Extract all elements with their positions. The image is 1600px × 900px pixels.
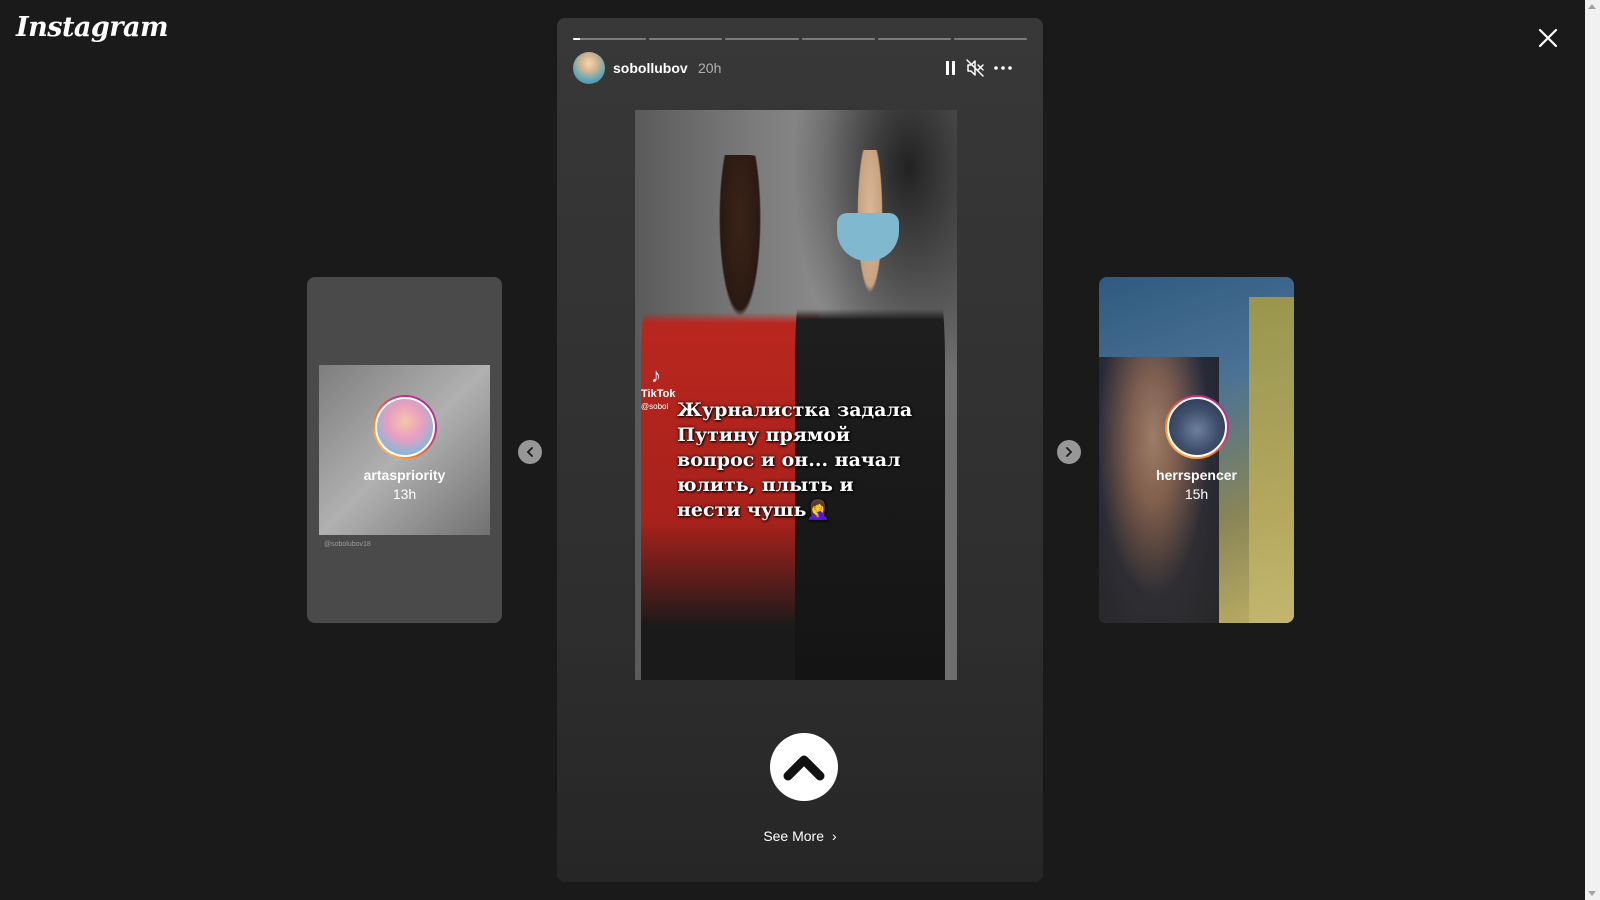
story-progress-bar <box>573 38 1028 40</box>
tiktok-icon: ♪ <box>651 365 661 387</box>
chevron-up-icon <box>783 755 825 781</box>
story-time: 20h <box>698 60 722 76</box>
scroll-down-arrow-icon[interactable] <box>1588 891 1596 896</box>
video-caption: Журналистка задала Путину прямой вопрос … <box>677 399 913 521</box>
progress-segment <box>953 38 1028 40</box>
next-story-button[interactable] <box>1057 440 1081 464</box>
story-viewer-page: Instagram @sobolubov18 artaspriority 13h… <box>0 0 1600 900</box>
more-options-button[interactable] <box>993 58 1013 78</box>
chevron-right-icon <box>1066 447 1073 457</box>
tiktok-label: TikTok <box>641 388 676 400</box>
tiktok-watermark: ♪ TikTok @sobol <box>641 365 675 412</box>
swipe-up-button[interactable] <box>770 733 838 801</box>
active-story[interactable]: sobollubov 20h ♪ TikTok @sobol Журналист… <box>557 18 1043 882</box>
progress-fill <box>573 38 581 40</box>
see-more-label: See More <box>763 828 825 844</box>
chevron-left-icon <box>526 447 533 457</box>
page-scrollbar[interactable] <box>1585 0 1600 900</box>
avatar <box>373 395 437 459</box>
pause-button[interactable] <box>941 58 961 78</box>
story-time: 13h <box>392 486 417 502</box>
previous-story-button[interactable] <box>518 440 542 464</box>
progress-segment <box>573 38 647 40</box>
story-header: sobollubov 20h <box>573 52 1027 84</box>
close-icon <box>1538 28 1558 48</box>
progress-segment <box>801 38 875 40</box>
previous-story-preview[interactable]: @sobolubov18 artaspriority 13h <box>307 277 502 623</box>
avatar[interactable] <box>573 52 605 84</box>
muted-speaker-icon <box>966 59 984 77</box>
scroll-up-arrow-icon[interactable] <box>1588 4 1596 9</box>
progress-segment <box>725 38 799 40</box>
next-story-preview[interactable]: herrspencer 15h <box>1099 277 1294 623</box>
more-options-icon <box>994 66 1012 70</box>
progress-segment <box>649 38 723 40</box>
story-time: 15h <box>1184 486 1209 502</box>
instagram-logo[interactable]: Instagram <box>16 12 169 43</box>
pause-icon <box>946 61 955 75</box>
chevron-right-icon: › <box>832 828 837 844</box>
mute-button[interactable] <box>965 58 985 78</box>
see-more-link[interactable]: See More › <box>557 828 1043 844</box>
story-username: herrspencer <box>1156 467 1237 483</box>
story-video[interactable]: ♪ TikTok @sobol Журналистка задала Путин… <box>635 110 957 680</box>
close-button[interactable] <box>1532 22 1564 54</box>
avatar <box>1165 395 1229 459</box>
progress-segment <box>877 38 951 40</box>
tiktok-handle: @sobol <box>641 402 669 411</box>
story-username[interactable]: sobollubov <box>613 60 688 76</box>
story-username: artaspriority <box>363 467 446 483</box>
